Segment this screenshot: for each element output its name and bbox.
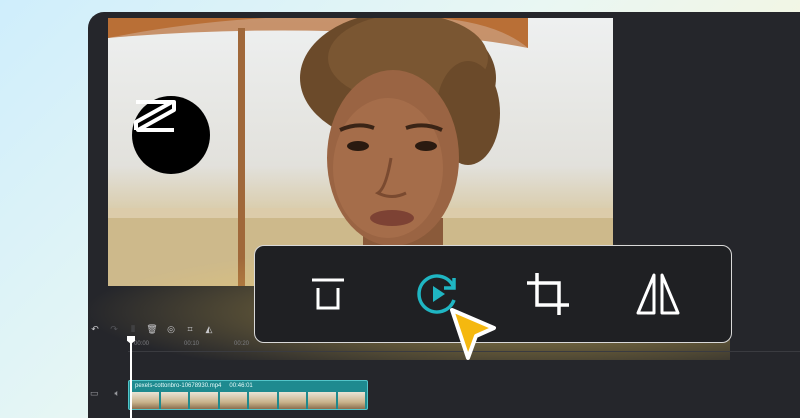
ruler-tick: 00:20 [234,341,250,347]
mirror-small-icon[interactable]: ◭ [204,324,214,334]
redo-icon[interactable]: ↷ [109,324,119,334]
timeline-toolbar: ↶ ↷ ⫴ 🗑︎ ◎ ⌗ ◭ [88,323,258,335]
clip-filename: pexels-cottonbro-10678930.mp4 [135,383,222,389]
speed-small-icon[interactable]: ◎ [166,324,176,334]
crop-small-icon[interactable]: ⌗ [185,324,195,334]
delete-button[interactable] [300,266,356,322]
crop-icon [527,273,569,315]
ruler-tick: 00:10 [184,341,200,347]
track-controls: ▭ 🔈︎ [90,388,120,399]
mirror-button[interactable] [630,266,686,322]
clip-thumbnails [131,392,365,409]
clip-duration: 00:46:01 [229,383,253,389]
capcut-logo-icon [132,96,210,174]
undo-icon[interactable]: ↶ [90,324,100,334]
crop-button[interactable] [520,266,576,322]
clip-label: pexels-cottonbro-10678930.mp4 00:46:01 [135,383,253,389]
video-clip[interactable]: pexels-cottonbro-10678930.mp4 00:46:01 [128,380,368,410]
audio-icon[interactable]: 🔈︎ [115,388,120,399]
trash-icon [312,278,344,310]
ruler-tick: 00:00 [134,341,150,347]
delete-small-icon[interactable]: 🗑︎ [146,324,157,334]
mirror-icon [636,273,680,315]
mouse-cursor-icon [448,306,504,371]
playhead[interactable] [130,336,132,418]
track-cover-icon[interactable]: ▭ [90,388,99,399]
split-icon[interactable]: ⫴ [128,324,138,334]
